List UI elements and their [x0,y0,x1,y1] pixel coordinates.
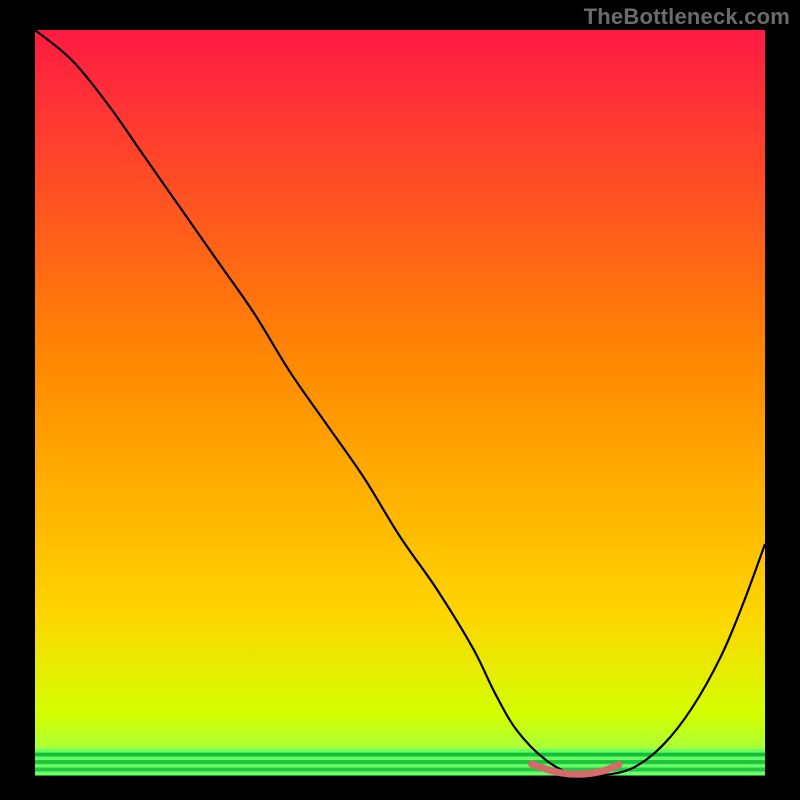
bottleneck-chart [0,0,800,800]
plot-background [35,30,765,775]
chart-frame: TheBottleneck.com [0,0,800,800]
watermark-text: TheBottleneck.com [584,4,790,30]
